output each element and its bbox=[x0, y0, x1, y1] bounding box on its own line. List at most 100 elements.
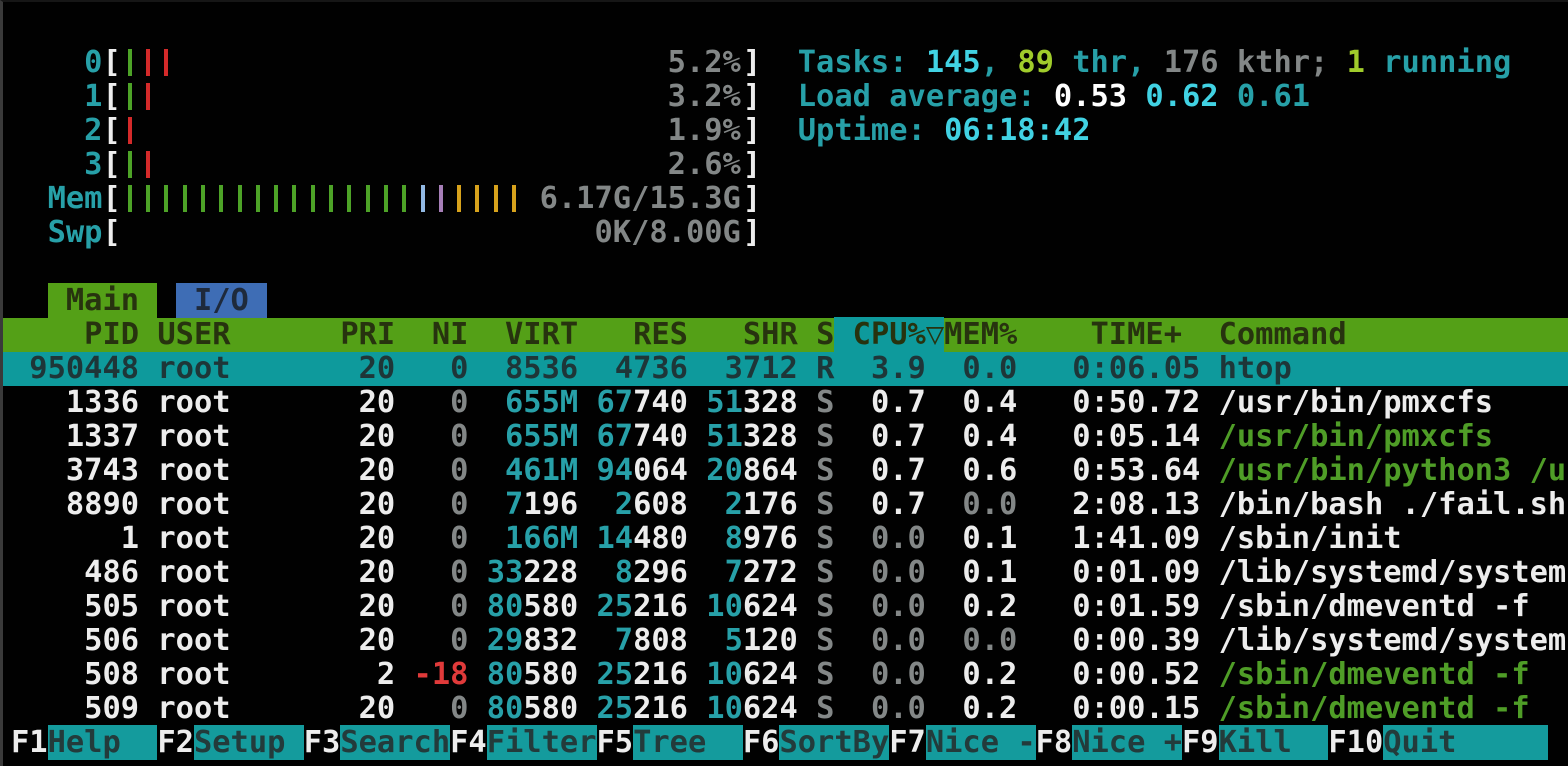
meter-bar-green bbox=[183, 185, 187, 212]
meter-bar-yellow bbox=[494, 185, 498, 212]
meter-bar-zone: 2.6% bbox=[121, 148, 743, 182]
process-row-486[interactable]: 486 root 20 0 33228 8296 7272 S 0.0 0.1 … bbox=[3, 556, 1568, 590]
meter-value: 1.9% bbox=[668, 114, 741, 148]
load-average-summary: Load average: 0.53 0.62 0.61 bbox=[798, 80, 1512, 114]
fn-action-label: Kill bbox=[1219, 725, 1329, 760]
process-row-505[interactable]: 505 root 20 0 80580 25216 10624 S 0.0 0.… bbox=[3, 590, 1568, 624]
process-row-1337[interactable]: 1337 root 20 0 655M 67740 51328 S 0.7 0.… bbox=[3, 420, 1568, 454]
fn-key-label: F4 bbox=[450, 725, 487, 760]
fn-tree[interactable]: F5Tree bbox=[597, 725, 743, 760]
fn-action-label: Search bbox=[340, 725, 450, 760]
meter-bar-green bbox=[384, 185, 388, 212]
fn-action-label: Help bbox=[48, 725, 158, 760]
fn-nice[interactable]: F8Nice + bbox=[1036, 725, 1182, 760]
fn-action-label: Nice + bbox=[1072, 725, 1182, 760]
meter-bar-red bbox=[146, 49, 150, 76]
meter-bar-zone: 3.2% bbox=[121, 80, 743, 114]
meter-bar-zone: 6.17G/15.3G bbox=[121, 182, 743, 216]
meter-bar-green bbox=[402, 185, 406, 212]
meter-bar-green bbox=[292, 185, 296, 212]
fn-action-label: Setup bbox=[194, 725, 304, 760]
column-header-user[interactable]: USER bbox=[157, 317, 322, 352]
column-header-pri[interactable]: PRI bbox=[340, 317, 395, 352]
fn-setup[interactable]: F2Setup bbox=[157, 725, 303, 760]
tab-main[interactable]: Main bbox=[48, 283, 158, 318]
fn-sortby[interactable]: F6SortBy bbox=[743, 725, 889, 760]
column-header-time[interactable]: TIME+ bbox=[1036, 317, 1201, 352]
meter-bar-zone: 5.2% bbox=[121, 46, 743, 80]
column-header-res[interactable]: RES bbox=[597, 317, 688, 352]
fn-nice[interactable]: F7Nice - bbox=[889, 725, 1035, 760]
fn-action-label: Quit bbox=[1383, 725, 1548, 760]
meter-bar-red bbox=[164, 49, 168, 76]
fn-search[interactable]: F3Search bbox=[304, 725, 450, 760]
uptime-summary: Uptime: 06:18:42 bbox=[798, 114, 1512, 148]
swap-meter: Swp[0K/8.00G] bbox=[3, 216, 1568, 250]
process-row-1336[interactable]: 1336 root 20 0 655M 67740 51328 S 0.7 0.… bbox=[3, 386, 1568, 420]
process-row-950448[interactable]: 950448 root 20 0 8536 4736 3712 R 3.9 0.… bbox=[3, 352, 1568, 386]
meter-bar-green bbox=[238, 185, 242, 212]
memory-meter: Mem[6.17G/15.3G] bbox=[3, 182, 1568, 216]
meter-bar-green bbox=[347, 185, 351, 212]
htop-terminal: 0[5.2%] 1[3.2%] 2[1.9%] 3[2.6%] Mem[6.17… bbox=[0, 0, 1568, 766]
fn-key-label: F9 bbox=[1182, 725, 1219, 760]
meter-value: 3.2% bbox=[668, 80, 741, 114]
fn-key-label: F5 bbox=[597, 725, 634, 760]
process-row-506[interactable]: 506 root 20 0 29832 7808 5120 S 0.0 0.0 … bbox=[3, 624, 1568, 658]
tab-io[interactable]: I/O bbox=[176, 283, 267, 318]
fn-action-label: Nice - bbox=[926, 725, 1036, 760]
column-header-s[interactable]: S bbox=[816, 317, 834, 352]
meter-bar-green bbox=[329, 185, 333, 212]
process-row-3743[interactable]: 3743 root 20 0 461M 94064 20864 S 0.7 0.… bbox=[3, 454, 1568, 488]
column-header-cpu-sorted[interactable]: CPU%▽ bbox=[834, 317, 944, 352]
column-header-mem[interactable]: MEM% bbox=[944, 317, 1017, 352]
column-header-ni[interactable]: NI bbox=[414, 317, 469, 352]
tasks-summary: Tasks: 145, 89 thr, 176 kthr; 1 running bbox=[798, 46, 1512, 80]
fn-action-label: Tree bbox=[633, 725, 743, 760]
meter-bar-yellow bbox=[475, 185, 479, 212]
meter-bar-zone: 0K/8.00G bbox=[121, 216, 743, 250]
process-row-509[interactable]: 509 root 20 0 80580 25216 10624 S 0.0 0.… bbox=[3, 692, 1568, 726]
fn-key-label: F3 bbox=[304, 725, 341, 760]
fn-key-label: F2 bbox=[157, 725, 194, 760]
fn-key-label: F6 bbox=[743, 725, 780, 760]
fn-action-label: SortBy bbox=[779, 725, 889, 760]
fn-key-label: F1 bbox=[11, 725, 48, 760]
process-row-1[interactable]: 1 root 20 0 166M 14480 8976 S 0.0 0.1 1:… bbox=[3, 522, 1568, 556]
fn-key-label: F10 bbox=[1328, 725, 1383, 760]
meter-bar-green bbox=[164, 185, 168, 212]
process-row-8890[interactable]: 8890 root 20 0 7196 2608 2176 S 0.7 0.0 … bbox=[3, 488, 1568, 522]
meter-bar-green bbox=[366, 185, 370, 212]
column-header-pid[interactable]: PID bbox=[11, 317, 139, 352]
fn-help[interactable]: F1Help bbox=[11, 725, 157, 760]
meter-bar-green bbox=[256, 185, 260, 212]
meter-bar-yellow bbox=[457, 185, 461, 212]
column-header-shr[interactable]: SHR bbox=[706, 317, 797, 352]
fn-quit[interactable]: F10Quit bbox=[1328, 725, 1548, 760]
column-header-virt[interactable]: VIRT bbox=[487, 317, 578, 352]
fn-key-label: F7 bbox=[889, 725, 926, 760]
meter-value: 6.17G/15.3G bbox=[540, 182, 741, 216]
meter-bar-purple bbox=[439, 185, 443, 212]
meter-bar-green bbox=[274, 185, 278, 212]
meter-bar-green bbox=[311, 185, 315, 212]
meter-bar-yellow bbox=[512, 185, 516, 212]
column-header-command[interactable]: Command bbox=[1219, 317, 1347, 352]
meter-bar-blue bbox=[421, 185, 425, 212]
meter-bar-zone: 1.9% bbox=[121, 114, 743, 148]
summary-panel: Tasks: 145, 89 thr, 176 kthr; 1 running … bbox=[798, 46, 1512, 148]
meter-bar-green bbox=[128, 49, 132, 76]
meter-bar-green bbox=[128, 83, 132, 110]
meter-bar-red bbox=[146, 83, 150, 110]
fn-kill[interactable]: F9Kill bbox=[1182, 725, 1328, 760]
meter-bar-red bbox=[128, 117, 132, 144]
meter-value: 2.6% bbox=[668, 148, 741, 182]
meter-bar-green bbox=[219, 185, 223, 212]
meter-bar-red bbox=[146, 151, 150, 178]
meter-bar-green bbox=[146, 185, 150, 212]
fn-filter[interactable]: F4Filter bbox=[450, 725, 596, 760]
table-header: PID USER PRI NI VIRT RES SHR S CPU%▽MEM%… bbox=[3, 318, 1568, 352]
meter-bar-green bbox=[128, 151, 132, 178]
meter-bar-green bbox=[128, 185, 132, 212]
process-row-508[interactable]: 508 root 2 -18 80580 25216 10624 S 0.0 0… bbox=[3, 658, 1568, 692]
